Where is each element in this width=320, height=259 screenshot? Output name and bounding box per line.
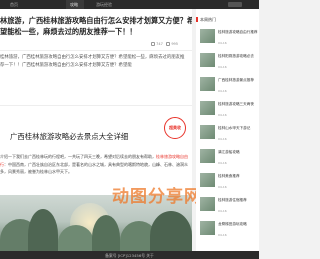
footer-bar: 备案号 [ICP]123456号 关于 — [0, 251, 259, 259]
sidebar-item-title: 桂林阳朔旅游攻略必去 — [218, 54, 254, 58]
divider — [0, 105, 192, 106]
card-title: 广西桂林旅游攻略必去景点大全详细 — [10, 132, 129, 141]
footer-text: 备案号 [ICP]123456号 关于 — [105, 253, 154, 258]
badge-stamp: 超美收 — [164, 117, 186, 139]
sidebar-thumbnail — [200, 125, 215, 139]
sidebar-thumbnail — [200, 77, 215, 91]
sidebar-item[interactable]: 桂林阳朔旅游攻略必去 04-16 — [200, 53, 258, 77]
divider — [0, 50, 192, 51]
site-watermark: 动图分享网 — [112, 187, 202, 207]
body-suffix: ：中国西南，广西壮族自治区东北部，是著名的山水之城，具有典型的喀斯特地貌，山峰、… — [0, 161, 188, 175]
nav-item-home[interactable]: 首页 — [10, 2, 18, 7]
sidebar-item-date: 04-16 — [218, 41, 227, 45]
sidebar-item-date: 04-16 — [218, 113, 227, 117]
sidebar: 本周热门 桂林旅游攻略自由行推荐 04-16 桂林阳朔旅游攻略必去 04-16 … — [196, 9, 259, 259]
card-body: 介绍一下我们去广西桂林玩的行程吧，一共玩了四天三晚，希望对后续去的朋友有帮助，桂… — [0, 153, 188, 176]
top-nav-bar: 首页 攻略 游玩经验 — [0, 0, 259, 9]
sidebar-thumbnail — [200, 53, 215, 67]
badge-text: 超美收 — [169, 125, 181, 130]
sidebar-item-title: 桂林旅游攻略三天两夜 — [218, 102, 254, 106]
sidebar-thumbnail — [200, 29, 215, 43]
sidebar-item-date: 04-16 — [218, 137, 227, 141]
sidebar-header-accent — [196, 17, 198, 22]
sidebar-item[interactable]: 龙脊梯田游玩攻略 04-16 — [200, 221, 258, 245]
sidebar-item[interactable]: 桂林旅游攻略自由行推荐 04-16 — [200, 29, 258, 53]
sidebar-item-date: 04-16 — [218, 209, 227, 213]
sidebar-thumbnail — [200, 197, 215, 211]
nav-item-experience[interactable]: 游玩经验 — [96, 2, 112, 7]
sidebar-thumbnail — [200, 149, 215, 163]
sidebar-item[interactable]: 桂林旅游攻略三天两夜 04-16 — [200, 101, 258, 125]
sidebar-item-date: 04-16 — [218, 233, 227, 237]
nav-item-guides[interactable]: 攻略 — [70, 2, 78, 7]
sidebar-item[interactable]: 桂林旅游住宿推荐 04-16 — [200, 197, 258, 221]
sidebar-item-date: 04-16 — [218, 65, 227, 69]
sidebar-item[interactable]: 桂林美食推荐 04-16 — [200, 173, 258, 197]
sidebar-header: 本周热门 — [200, 17, 216, 22]
sidebar-item[interactable]: 漓江游船攻略 04-16 — [200, 149, 258, 173]
body-prefix: 介绍一下我们去广西桂林玩的行程吧，一共玩了四天三晚，希望对后续去的朋友有帮助， — [0, 154, 156, 159]
sidebar-item-date: 04-16 — [218, 185, 227, 189]
sidebar-item-title: 广西桂林旅游景点推荐 — [218, 78, 254, 82]
sidebar-item-title: 桂林旅游攻略自由行推荐 — [218, 30, 258, 34]
sidebar-item-title: 桂林山水甲天下游记 — [218, 126, 251, 130]
sidebar-item-title: 漓江游船攻略 — [218, 150, 240, 154]
view-count: 747 — [156, 42, 163, 46]
sidebar-item-date: 04-16 — [218, 89, 227, 93]
sidebar-thumbnail — [200, 221, 215, 235]
article-title: 林旅游，广西桂林旅游攻略自由行怎么安排才划算又方便？希望能松一些，麻烦去过的朋友… — [0, 16, 192, 36]
article-meta: 747 995 — [151, 42, 178, 46]
like-count: 995 — [171, 42, 178, 46]
site-logo[interactable] — [228, 2, 242, 7]
article-main: 林旅游，广西桂林旅游攻略自由行怎么安排才划算又方便？希望能松一些，麻烦去过的朋友… — [0, 9, 192, 259]
sidebar-thumbnail — [200, 101, 215, 115]
like-icon[interactable] — [166, 42, 171, 46]
sidebar-item[interactable]: 桂林山水甲天下游记 04-16 — [200, 125, 258, 149]
sidebar-item-title: 龙脊梯田游玩攻略 — [218, 222, 247, 226]
sidebar-item-date: 04-16 — [218, 161, 227, 165]
sidebar-item-title: 桂林美食推荐 — [218, 174, 240, 178]
article-summary: 桂林旅游，广西桂林旅游攻略自由行怎么安排才划算又方便？希望能松一些，麻烦去过的朋… — [0, 55, 185, 68]
sidebar-thumbnail — [200, 173, 215, 187]
eye-icon — [151, 42, 156, 46]
sidebar-item-title: 桂林旅游住宿推荐 — [218, 198, 247, 202]
sidebar-item[interactable]: 广西桂林旅游景点推荐 04-16 — [200, 77, 258, 101]
